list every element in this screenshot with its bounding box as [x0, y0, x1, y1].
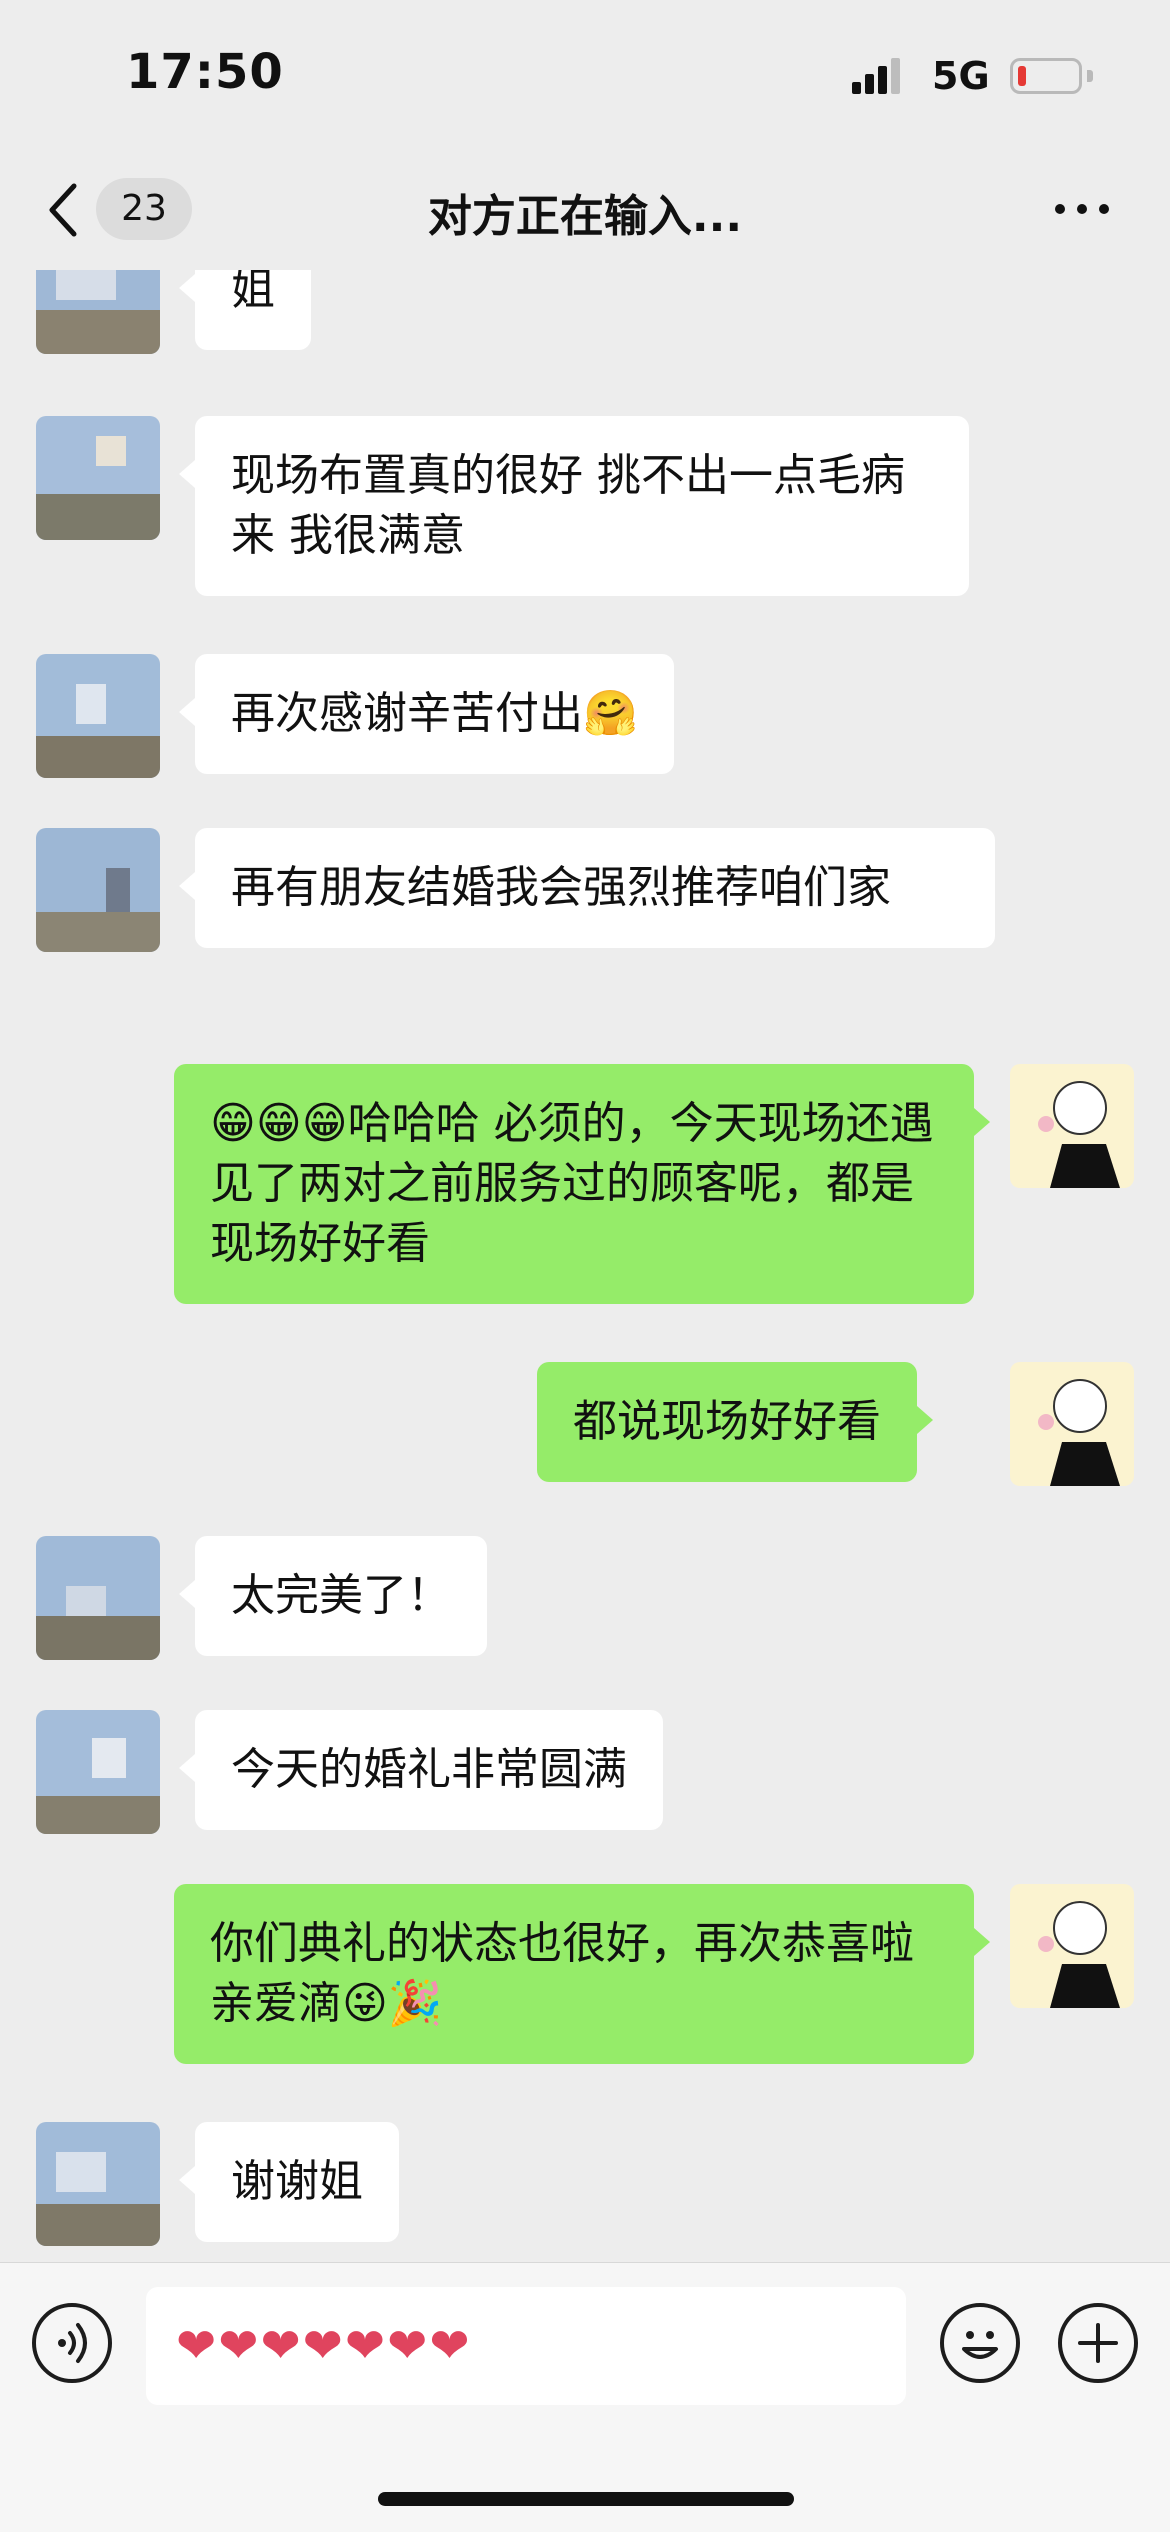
smiley-icon: [962, 2331, 998, 2359]
contact-avatar[interactable]: [36, 828, 160, 952]
message-bubble[interactable]: 谢谢姐: [179, 2122, 399, 2242]
chat-header: 23 对方正在输入...: [0, 150, 1170, 270]
my-avatar[interactable]: [1010, 1064, 1134, 1188]
signal-icon: [852, 58, 900, 94]
message-text: 太完美了！: [231, 1570, 451, 1621]
message-bubble[interactable]: 今天的婚礼非常圆满: [179, 1710, 663, 1830]
battery-icon: [1010, 58, 1082, 94]
contact-avatar[interactable]: [36, 2122, 160, 2246]
message-text: 你们典礼的状态也很好，再次恭喜啦亲爱滴: [210, 1918, 914, 2029]
message-text: 再次感谢辛苦付出: [231, 688, 583, 739]
message-bubble[interactable]: 再有朋友结婚我会强烈推荐咱们家: [179, 828, 995, 948]
grin-emoji-icon: 😁😁😁: [210, 1098, 348, 1149]
contact-avatar[interactable]: [36, 1536, 160, 1660]
message-text: 现场布置真的很好 挑不出一点毛病来 我很满意: [231, 450, 905, 561]
message-input[interactable]: ❤❤❤❤❤❤❤: [146, 2287, 906, 2405]
my-avatar[interactable]: [1010, 1884, 1134, 2008]
message-bubble[interactable]: 姐: [179, 270, 311, 350]
home-indicator[interactable]: [378, 2492, 794, 2506]
plus-icon: [1078, 2323, 1118, 2363]
chat-screen: 17:50 5G 23 对方正在输入... 姐 现场布置真的很好 挑不出一点毛病…: [0, 0, 1170, 2532]
emoji-button[interactable]: [940, 2303, 1020, 2383]
message-bubble[interactable]: 你们典礼的状态也很好，再次恭喜啦亲爱滴😜🎉: [174, 1884, 990, 2064]
my-avatar[interactable]: [1010, 1362, 1134, 1486]
status-bar: 17:50 5G: [0, 0, 1170, 150]
message-text: 姐: [231, 270, 275, 315]
voice-button[interactable]: [32, 2303, 112, 2383]
network-type: 5G: [932, 54, 990, 98]
wink-party-emoji-icon: 😜🎉: [342, 1978, 443, 2029]
chat-title: 对方正在输入...: [427, 191, 743, 242]
more-actions-button[interactable]: [1058, 2303, 1138, 2383]
more-icon[interactable]: [1052, 194, 1112, 224]
message-list[interactable]: 姐 现场布置真的很好 挑不出一点毛病来 我很满意 再次感谢辛苦付出🤗 再有朋友结…: [0, 270, 1170, 2260]
message-text: 谢谢姐: [231, 2156, 363, 2207]
contact-avatar[interactable]: [36, 416, 160, 540]
message-bubble[interactable]: 😁😁😁哈哈哈 必须的，今天现场还遇见了两对之前服务过的顾客呢，都是现场好好看: [174, 1064, 990, 1304]
message-text: 再有朋友结婚我会强烈推荐咱们家: [231, 862, 891, 913]
voice-icon: [58, 2323, 87, 2363]
message-bubble[interactable]: 太完美了！: [179, 1536, 487, 1656]
back-chevron-icon[interactable]: [44, 180, 84, 240]
message-bubble[interactable]: 现场布置真的很好 挑不出一点毛病来 我很满意: [179, 416, 969, 596]
message-bubble[interactable]: 都说现场好好看: [537, 1362, 933, 1482]
message-bubble[interactable]: 再次感谢辛苦付出🤗: [179, 654, 674, 774]
contact-avatar[interactable]: [36, 654, 160, 778]
battery-cap: [1087, 70, 1093, 82]
message-text: 都说现场好好看: [573, 1396, 881, 1447]
status-time: 17:50: [126, 44, 284, 100]
unread-count-badge[interactable]: 23: [96, 178, 192, 240]
message-text: 今天的婚礼非常圆满: [231, 1744, 627, 1795]
hug-emoji-icon: 🤗: [583, 688, 638, 739]
contact-avatar[interactable]: [36, 270, 160, 354]
contact-avatar[interactable]: [36, 1710, 160, 1834]
